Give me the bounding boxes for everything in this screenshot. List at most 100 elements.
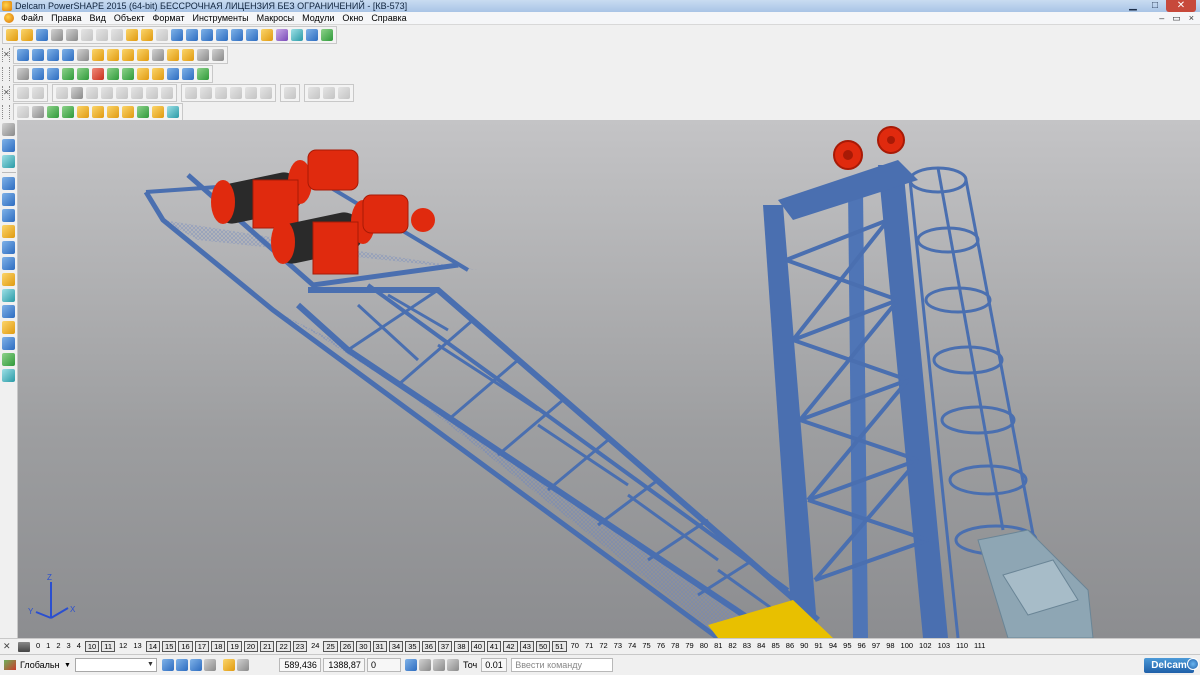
level-button[interactable]: 110	[954, 641, 970, 652]
level-button[interactable]: 79	[683, 641, 695, 652]
sheet-metal-tool-icon[interactable]	[2, 353, 15, 366]
hole-icon[interactable]	[131, 87, 143, 99]
help-bubble-icon[interactable]	[1187, 658, 1199, 670]
level-button[interactable]: 82	[726, 641, 738, 652]
undo-icon[interactable]	[126, 29, 138, 41]
level-button[interactable]: 10	[84, 641, 100, 652]
new-file-icon[interactable]	[6, 29, 18, 41]
dimension-icon[interactable]	[261, 29, 273, 41]
level-button[interactable]: 70	[569, 641, 581, 652]
menu-help[interactable]: Справка	[367, 12, 410, 25]
toolbar-handle[interactable]: ✕	[2, 86, 10, 100]
level-icon[interactable]	[2, 155, 15, 168]
level-button[interactable]: 86	[784, 641, 796, 652]
cut-icon[interactable]	[66, 29, 78, 41]
cylinder-icon[interactable]	[32, 68, 44, 80]
level-button[interactable]: 40	[470, 641, 485, 652]
level-button[interactable]: 38	[454, 641, 469, 652]
doc-minimize-button[interactable]: –	[1159, 12, 1164, 25]
minimize-button[interactable]: ▁	[1122, 0, 1144, 12]
history-icon[interactable]	[182, 68, 194, 80]
text-icon[interactable]	[246, 29, 258, 41]
mould-tool-icon[interactable]	[2, 321, 15, 334]
select-groups-icon[interactable]	[122, 106, 134, 118]
level-button[interactable]: 14	[145, 641, 161, 652]
level-button[interactable]: 23	[292, 641, 308, 652]
level-button[interactable]: 25	[323, 641, 338, 652]
level-button[interactable]: 71	[583, 641, 595, 652]
level-button[interactable]: 2	[54, 641, 62, 652]
level-button[interactable]: 90	[798, 641, 810, 652]
arc-icon[interactable]	[201, 29, 213, 41]
offset-icon[interactable]	[200, 87, 212, 99]
cut-solid-icon[interactable]	[146, 87, 158, 99]
level-button[interactable]: 12	[117, 641, 129, 652]
level-button[interactable]: 95	[841, 641, 853, 652]
save-file-icon[interactable]	[36, 29, 48, 41]
select-solids-icon[interactable]	[62, 106, 74, 118]
move-icon[interactable]	[17, 87, 29, 99]
level-button[interactable]: 83	[741, 641, 753, 652]
wireframe-icon[interactable]	[152, 49, 164, 61]
menu-macros[interactable]: Макросы	[253, 12, 299, 25]
level-button[interactable]: 43	[519, 641, 534, 652]
morph-icon[interactable]	[215, 87, 227, 99]
view-home-icon[interactable]	[77, 49, 89, 61]
copy-icon[interactable]	[81, 29, 93, 41]
line-icon[interactable]	[186, 29, 198, 41]
view-right-icon[interactable]	[47, 49, 59, 61]
level-button[interactable]: 102	[917, 641, 934, 652]
view-top-icon[interactable]	[17, 49, 29, 61]
torus-icon[interactable]	[77, 68, 89, 80]
levels-bar-close[interactable]: ✕	[3, 641, 11, 652]
blend-icon[interactable]	[230, 87, 242, 99]
pattern-icon[interactable]	[284, 87, 296, 99]
dimension-tool-icon[interactable]	[2, 273, 15, 286]
pan-icon[interactable]	[212, 49, 224, 61]
select-drawings-icon[interactable]	[152, 106, 164, 118]
level-button[interactable]: 51	[552, 641, 567, 652]
tools-icon[interactable]	[321, 29, 333, 41]
level-button[interactable]: 96	[856, 641, 868, 652]
level-button[interactable]: 20	[243, 641, 259, 652]
menu-format[interactable]: Формат	[149, 12, 189, 25]
electrode-tool-icon[interactable]	[2, 289, 15, 302]
quick-select-icon[interactable]	[17, 106, 29, 118]
analysis-icon[interactable]	[197, 68, 209, 80]
level-button[interactable]: 31	[372, 641, 387, 652]
level-button[interactable]: 85	[769, 641, 781, 652]
feature-tree-icon[interactable]	[167, 68, 179, 80]
workplane-settings-icon[interactable]	[189, 659, 202, 671]
zoom-fit-icon[interactable]	[122, 49, 134, 61]
filter-icon[interactable]	[47, 106, 59, 118]
solid-active-icon[interactable]	[71, 87, 83, 99]
solid-tool-icon[interactable]	[2, 241, 15, 254]
extrude-icon[interactable]	[92, 68, 104, 80]
solid-icon[interactable]	[291, 29, 303, 41]
level-button[interactable]: 19	[227, 641, 242, 652]
level-button[interactable]: 1	[44, 641, 52, 652]
select-all-icon[interactable]	[32, 106, 44, 118]
menu-edit[interactable]: Правка	[47, 12, 85, 25]
tolerance-icon[interactable]	[446, 659, 459, 671]
level-button[interactable]: 81	[712, 641, 724, 652]
print-icon[interactable]	[51, 29, 63, 41]
doc-close-button[interactable]: ×	[1189, 12, 1194, 25]
shaded-wireframe-icon[interactable]	[182, 49, 194, 61]
level-button[interactable]: 76	[655, 641, 667, 652]
tolerance-value[interactable]: 0.01	[481, 658, 508, 672]
rotate-icon[interactable]	[197, 49, 209, 61]
paste-icon[interactable]	[96, 29, 108, 41]
open-file-icon[interactable]	[21, 29, 33, 41]
transform-icon[interactable]	[185, 87, 197, 99]
level-button[interactable]: 98	[884, 641, 896, 652]
grid-settings-icon[interactable]	[161, 659, 174, 671]
polar-coordinates-icon[interactable]	[432, 659, 445, 671]
boolean-icon[interactable]	[137, 68, 149, 80]
menu-tools[interactable]: Инструменты	[188, 12, 252, 25]
level-button[interactable]: 34	[388, 641, 404, 652]
view-iso-icon[interactable]	[62, 49, 74, 61]
edit-solid-icon[interactable]	[56, 87, 68, 99]
level-button[interactable]: 84	[755, 641, 767, 652]
level-button[interactable]: 73	[612, 641, 624, 652]
